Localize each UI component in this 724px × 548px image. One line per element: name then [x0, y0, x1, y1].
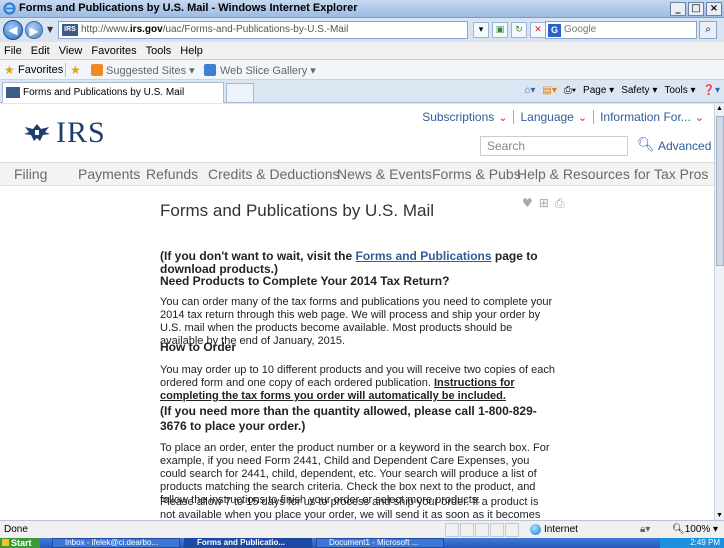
refresh-icon[interactable]: ↻: [511, 22, 527, 38]
chevron-down-icon: ⌄: [577, 110, 588, 124]
menu-view[interactable]: View: [59, 45, 83, 57]
protected-mode-icon[interactable]: 🔒︎▾: [640, 524, 650, 535]
section-heading-how-to-order: How to Order: [160, 340, 237, 354]
web-slice-icon: [204, 64, 216, 76]
tab-row: Forms and Publications by U.S. Mail ⌂▾ ▤…: [0, 80, 724, 103]
nav-payments[interactable]: Payments: [78, 166, 140, 182]
suggested-sites-icon: [91, 64, 103, 76]
taskbar-item-word[interactable]: Document1 - Microsoft ...: [316, 538, 444, 548]
language-link[interactable]: Language ⌄: [520, 110, 587, 124]
search-icon[interactable]: ⌕: [699, 21, 717, 39]
print-icon[interactable]: ⎙▾: [564, 85, 576, 96]
status-cells: [445, 523, 519, 537]
share-plus-icon[interactable]: ⊞: [539, 196, 549, 211]
nav-credits-deductions[interactable]: Credits & Deductions: [208, 166, 340, 182]
menu-file[interactable]: File: [4, 45, 22, 57]
url-text[interactable]: http://www.irs.gov/uac/Forms-and-Publica…: [81, 24, 348, 35]
window-title-bar: Forms and Publications by U.S. Mail - Wi…: [0, 0, 724, 18]
chevron-down-icon: ⌄: [498, 110, 508, 124]
internet-explorer-icon: [3, 2, 16, 15]
minimize-button[interactable]: _: [670, 2, 686, 16]
address-bar[interactable]: IRS http://www.irs.gov/uac/Forms-and-Pub…: [58, 21, 468, 39]
menu-favorites[interactable]: Favorites: [91, 45, 136, 57]
history-dropdown-icon[interactable]: ▼: [47, 25, 53, 34]
compatibility-view-icon[interactable]: ▣: [492, 22, 508, 38]
page-menu[interactable]: Page ▾: [583, 85, 614, 96]
shipping-paragraph: Please allow 7 to 15 days for us to proc…: [160, 496, 541, 520]
site-search-input[interactable]: Search: [480, 136, 628, 156]
help-menu-icon[interactable]: ❓▾: [703, 85, 720, 96]
browser-tab[interactable]: Forms and Publications by U.S. Mail: [2, 82, 224, 103]
subscriptions-link[interactable]: Subscriptions ⌄: [422, 110, 507, 124]
taskbar-item-outlook[interactable]: Inbox - ifelek@ci.dearbo...: [52, 538, 180, 548]
eagle-icon: [24, 124, 50, 141]
system-tray-clock: 2:49 PM: [660, 538, 724, 548]
print-page-icon[interactable]: ⎙: [555, 196, 565, 211]
tab-favicon-icon: [6, 87, 20, 98]
site-favicon-icon: IRS: [62, 24, 78, 36]
nav-filing[interactable]: Filing: [14, 166, 47, 182]
feeds-icon[interactable]: ▤▾: [542, 85, 556, 96]
new-tab-button[interactable]: [226, 83, 254, 103]
page-tools: ♥ ⊞ ⎙: [522, 196, 564, 211]
zoom-level[interactable]: 🔍︎100% ▾: [672, 524, 718, 535]
suggested-sites-link[interactable]: Suggested Sites ▾: [106, 64, 195, 77]
taskbar-item-ie[interactable]: Forms and Publicatio...: [184, 538, 312, 548]
information-for-link[interactable]: Information For... ⌄: [600, 110, 704, 124]
nav-refunds[interactable]: Refunds: [146, 166, 198, 182]
stop-icon[interactable]: ✕: [530, 22, 546, 38]
security-zone[interactable]: Internet: [530, 524, 578, 535]
browser-search-input[interactable]: G Google: [545, 21, 697, 39]
web-slice-gallery-link[interactable]: Web Slice Gallery ▾: [220, 64, 316, 77]
scroll-down-icon[interactable]: ▼: [716, 512, 723, 519]
address-toolbar: ◀ ▶ ▼ IRS http://www.irs.gov/uac/Forms-a…: [0, 18, 724, 42]
favorites-button[interactable]: Favorites: [18, 64, 63, 76]
internet-globe-icon: [530, 524, 541, 535]
scroll-up-icon[interactable]: ▲: [716, 105, 723, 112]
menu-help[interactable]: Help: [180, 45, 203, 57]
maximize-button[interactable]: □: [688, 2, 704, 16]
close-button[interactable]: ×: [706, 2, 722, 16]
safety-menu[interactable]: Safety ▾: [621, 85, 657, 96]
utility-links: Subscriptions ⌄ Language ⌄ Information For…: [422, 110, 704, 124]
web-page: IRS Subscriptions ⌄ Language ⌄ Information…: [0, 104, 714, 520]
status-bar: Done Internet 🔒︎▾ 🔍︎100% ▾: [0, 520, 724, 538]
advanced-search-link[interactable]: Advanced: [658, 139, 711, 153]
search-icon[interactable]: 🔍︎: [637, 137, 655, 153]
window-title: Forms and Publications by U.S. Mail - Wi…: [19, 2, 358, 14]
vertical-scrollbar[interactable]: ▲ ▼: [714, 104, 724, 520]
tools-menu[interactable]: Tools ▾: [664, 85, 695, 96]
nav-forms-pubs[interactable]: Forms & Pubs: [432, 166, 521, 182]
section-heading-need-products: Need Products to Complete Your 2014 Tax …: [160, 274, 450, 288]
google-icon: G: [548, 24, 561, 37]
menu-bar: File Edit View Favorites Tools Help: [0, 42, 724, 60]
back-button[interactable]: ◀: [3, 20, 23, 40]
favorite-heart-icon[interactable]: ♥: [522, 196, 533, 211]
chevron-down-icon: ⌄: [694, 110, 704, 124]
irs-logo[interactable]: IRS: [22, 116, 106, 150]
start-button[interactable]: Start: [0, 538, 40, 548]
menu-edit[interactable]: Edit: [31, 45, 50, 57]
favorites-star-icon[interactable]: ★: [4, 63, 15, 77]
forward-button[interactable]: ▶: [25, 21, 43, 39]
windows-taskbar: Start Inbox - ifelek@ci.dearbo... Forms …: [0, 538, 724, 548]
home-icon[interactable]: ⌂▾: [524, 85, 535, 96]
quantity-phone-note: (If you need more than the quantity allo…: [160, 404, 537, 433]
nav-tax-pros[interactable]: for Tax Pros: [634, 166, 708, 182]
menu-tools[interactable]: Tools: [146, 45, 172, 57]
favorites-separator: [65, 63, 66, 77]
status-text: Done: [4, 524, 28, 535]
scrollbar-thumb[interactable]: [716, 116, 724, 266]
forms-publications-link[interactable]: Forms and Publications: [356, 249, 492, 263]
download-note: (If you don't want to wait, visit the Fo…: [160, 249, 538, 276]
favorites-bar: ★ Favorites ★ Suggested Sites ▾ Web Slic…: [0, 60, 724, 80]
order-limit-paragraph: You may order up to 10 different product…: [160, 364, 556, 402]
nav-news-events[interactable]: News & Events: [337, 166, 432, 182]
add-favorite-icon[interactable]: ★: [70, 63, 81, 77]
nav-help-resources[interactable]: Help & Resources: [517, 166, 630, 182]
main-navigation: Filing Payments Refunds Credits & Deduct…: [0, 162, 714, 186]
command-bar: ⌂▾ ▤▾ ⎙▾ Page ▾ Safety ▾ Tools ▾ ❓▾: [524, 85, 720, 96]
page-title: Forms and Publications by U.S. Mail: [160, 201, 434, 220]
address-dropdown-icon[interactable]: ▾: [473, 22, 489, 38]
